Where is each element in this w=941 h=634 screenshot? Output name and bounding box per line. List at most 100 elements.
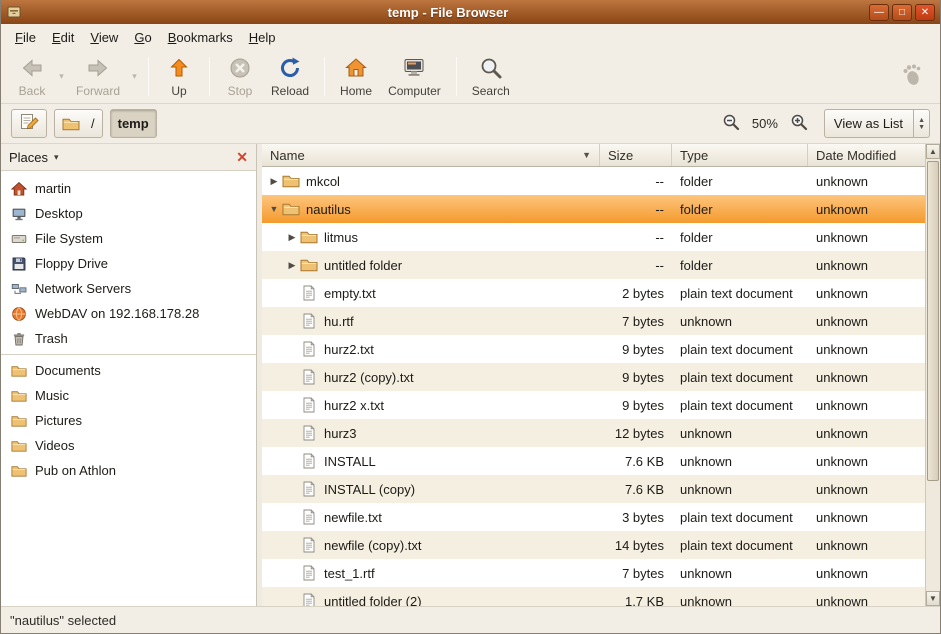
sort-indicator-icon: ▼ [582,150,591,160]
toolbar-separator [456,57,457,96]
sidebar-item-desktop[interactable]: Desktop [1,201,256,226]
sidebar-item-music[interactable]: Music [1,383,256,408]
folder-icon [11,363,27,379]
file-name-cell: INSTALL (copy) [262,481,600,497]
toolbar-separator [324,57,325,96]
file-row[interactable]: test_1.rtf 7 bytes unknown unknown [262,559,925,587]
expander-icon[interactable]: ▶ [284,232,300,243]
file-row[interactable]: hurz2 x.txt 9 bytes plain text document … [262,391,925,419]
zoom-in-button[interactable] [787,111,811,136]
sidebar-item-trash[interactable]: Trash [1,326,256,351]
file-row-selected[interactable]: ▼ nautilus -- folder unknown [262,195,925,223]
scroll-up-button[interactable]: ▲ [926,144,940,159]
folder-icon [300,229,318,245]
sidebar-item-pictures[interactable]: Pictures [1,408,256,433]
text-file-icon [300,565,318,581]
file-row[interactable]: INSTALL 7.6 KB unknown unknown [262,447,925,475]
file-type: plain text document [672,286,808,301]
sidebar-title[interactable]: Places [9,150,48,165]
file-name-cell: ▶ litmus [262,229,600,245]
toolbar-separator [148,57,149,96]
menu-file[interactable]: File [7,26,44,49]
webdav-icon [11,306,27,322]
menu-view[interactable]: View [82,26,126,49]
menu-bookmarks[interactable]: Bookmarks [160,26,241,49]
sidebar-item-file-system[interactable]: File System [1,226,256,251]
file-name: mkcol [306,174,340,189]
scrollbar-track[interactable] [926,159,940,591]
file-row[interactable]: ▶ mkcol -- folder unknown [262,167,925,195]
search-button[interactable]: Search [464,53,518,101]
toggle-location-entry-button[interactable] [11,109,47,138]
window-icon[interactable] [6,4,22,20]
back-history-dropdown[interactable]: ▾ [55,52,68,101]
zoom-out-button[interactable] [719,111,743,136]
sidebar-item-label: Music [35,388,69,403]
zoom-in-icon [790,113,808,134]
sidebar-item-label: WebDAV on 192.168.178.28 [35,306,199,321]
file-row[interactable]: hurz3 12 bytes unknown unknown [262,419,925,447]
file-row[interactable]: ▶ untitled folder -- folder unknown [262,251,925,279]
column-header-type[interactable]: Type [672,144,808,166]
computer-label: Computer [388,84,441,98]
scrollbar-thumb[interactable] [927,161,939,481]
menu-edit[interactable]: Edit [44,26,82,49]
text-file-icon [300,285,318,301]
column-header-date-modified[interactable]: Date Modified [808,144,925,166]
computer-button[interactable]: Computer [380,53,449,101]
expander-icon[interactable]: ▶ [266,176,282,187]
file-row[interactable]: newfile.txt 3 bytes plain text document … [262,503,925,531]
file-row[interactable]: untitled folder (2) 1.7 KB unknown unkno… [262,587,925,606]
file-row[interactable]: newfile (copy).txt 14 bytes plain text d… [262,531,925,559]
file-row[interactable]: hu.rtf 7 bytes unknown unknown [262,307,925,335]
path-button-root[interactable]: / [54,109,103,138]
file-row[interactable]: hurz2 (copy).txt 9 bytes plain text docu… [262,363,925,391]
scroll-down-button[interactable]: ▼ [926,591,940,606]
sidebar-item-videos[interactable]: Videos [1,433,256,458]
sidebar-item-pub-on-athlon[interactable]: Pub on Athlon [1,458,256,483]
forward-history-dropdown[interactable]: ▾ [128,52,141,101]
file-size: -- [600,174,672,189]
spin-down-icon: ▼ [918,124,925,131]
column-label: Type [680,148,708,163]
file-row[interactable]: empty.txt 2 bytes plain text document un… [262,279,925,307]
menu-help[interactable]: Help [241,26,284,49]
sidebar-close-button[interactable]: ✕ [236,149,248,166]
sidebar-item-webdav[interactable]: WebDAV on 192.168.178.28 [1,301,256,326]
text-file-icon [300,397,318,413]
file-row[interactable]: ▶ litmus -- folder unknown [262,223,925,251]
expander-icon[interactable]: ▶ [284,260,300,271]
sidebar-item-martin[interactable]: martin [1,176,256,201]
column-header-size[interactable]: Size [600,144,672,166]
stop-button[interactable]: Stop [217,53,263,101]
file-row[interactable]: hurz2.txt 9 bytes plain text document un… [262,335,925,363]
sidebar-item-network-servers[interactable]: Network Servers [1,276,256,301]
up-button[interactable]: Up [156,53,202,101]
home-button[interactable]: Home [332,53,380,101]
file-date: unknown [808,566,925,581]
forward-button[interactable]: Forward [68,53,128,101]
view-mode-select[interactable]: View as List ▲ ▼ [824,109,930,138]
file-row[interactable]: INSTALL (copy) 7.6 KB unknown unknown [262,475,925,503]
sidebar-item-documents[interactable]: Documents [1,358,256,383]
gnome-throbber-icon [900,63,924,90]
reload-button[interactable]: Reload [263,53,317,101]
titlebar[interactable]: temp - File Browser — □ ✕ [1,0,940,24]
close-button[interactable]: ✕ [915,4,935,21]
maximize-button[interactable]: □ [892,4,912,21]
menu-go[interactable]: Go [126,26,159,49]
vertical-scrollbar[interactable]: ▲ ▼ [925,144,940,606]
minimize-button[interactable]: — [869,4,889,21]
home-icon [11,181,27,197]
path-temp-label: temp [118,116,149,131]
back-button[interactable]: Back [9,53,55,101]
path-button-temp[interactable]: temp [110,109,157,138]
expander-icon[interactable]: ▼ [266,204,282,214]
file-size: 14 bytes [600,538,672,553]
sidebar-header: Places ▾ ✕ [1,144,256,171]
sidebar-item-floppy-drive[interactable]: Floppy Drive [1,251,256,276]
back-icon [19,56,45,83]
column-header-name[interactable]: Name ▼ [262,144,600,166]
file-size: 7 bytes [600,566,672,581]
file-size: 7.6 KB [600,482,672,497]
